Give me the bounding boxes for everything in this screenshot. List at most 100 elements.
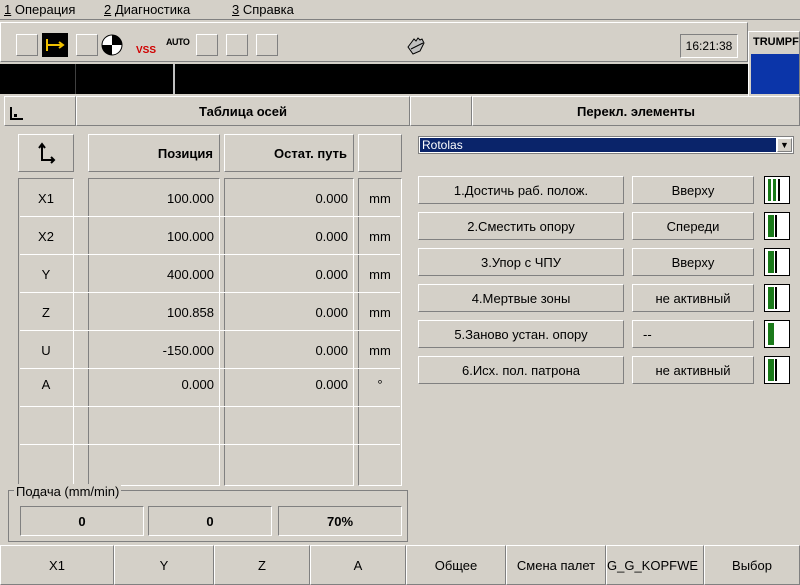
row-line — [20, 216, 400, 217]
unit-cell: mm — [369, 190, 391, 206]
switch-action-button[interactable]: 2.Сместить опору — [418, 212, 624, 240]
axis-cell: X1 — [38, 190, 54, 206]
vss-circle-icon — [101, 34, 123, 56]
switch-state: Вверху — [632, 248, 754, 276]
feed-override-value: 0 — [148, 506, 272, 536]
position-cell: 400.000 — [167, 266, 214, 282]
feed-label: Подача (mm/min) — [14, 484, 122, 499]
row-line — [20, 292, 400, 293]
hand-icon — [405, 35, 427, 57]
fkey-y[interactable]: Y — [114, 545, 214, 585]
feed-percent: 70% — [278, 506, 402, 536]
unit-cell: mm — [369, 304, 391, 320]
position-cell: 100.000 — [167, 228, 214, 244]
status-bar — [0, 64, 748, 94]
menu-diagnostics[interactable]: 2 Диагностика — [104, 2, 190, 17]
switch-action-button[interactable]: 5.Заново устан. опору — [418, 320, 624, 348]
menu-operation-label: Операция — [14, 2, 76, 17]
row-line — [20, 330, 400, 331]
auto-mode-label: AUTO — [166, 37, 190, 47]
toggle-switch-icon[interactable] — [764, 176, 790, 204]
toolbar-button-4[interactable] — [226, 34, 248, 56]
menu-help-label: Справка — [242, 2, 294, 17]
menu-help[interactable]: 3 Справка — [232, 2, 294, 17]
switch-action-button[interactable]: 3.Упор с ЧПУ — [418, 248, 624, 276]
menu-operation-key: 1 — [4, 2, 12, 17]
fkey-program[interactable]: G_G_KOPFWE — [606, 545, 704, 585]
toggle-switch-icon[interactable] — [764, 284, 790, 312]
remaining-cell: 0.000 — [315, 228, 348, 244]
unit-cell: mm — [369, 266, 391, 282]
fkey-z[interactable]: Z — [214, 545, 310, 585]
switch-state: -- — [632, 320, 754, 348]
row-line — [20, 406, 400, 407]
position-cell: 0.000 — [181, 376, 214, 392]
axis-column-header — [18, 134, 74, 172]
status-divider — [75, 64, 76, 94]
remaining-cell: 0.000 — [315, 376, 348, 392]
axis-cell: X2 — [38, 228, 54, 244]
right-panel-title: Перекл. элементы — [472, 96, 800, 126]
fkey-pallet-change[interactable]: Смена палет — [506, 545, 606, 585]
switch-state: Спереди — [632, 212, 754, 240]
row-line — [20, 254, 400, 255]
menu-diagnostics-key: 2 — [104, 2, 112, 17]
switch-action-button[interactable]: 1.Достичь раб. полож. — [418, 176, 624, 204]
remaining-cell: 0.000 — [315, 342, 348, 358]
trumpf-logo: TRUMPF — [748, 31, 800, 97]
clock: 16:21:38 — [680, 34, 738, 58]
toggle-switch-icon[interactable] — [764, 212, 790, 240]
remaining-cell: 0.000 — [315, 190, 348, 206]
switch-state: Вверху — [632, 176, 754, 204]
toggle-switch-icon[interactable] — [764, 320, 790, 348]
switch-action-button[interactable]: 4.Мертвые зоны — [418, 284, 624, 312]
toolbar-button-1[interactable] — [16, 34, 38, 56]
switch-state: не активный — [632, 356, 754, 384]
position-column-header: Позиция — [88, 134, 220, 172]
machine-select-value: Rotolas — [420, 138, 776, 152]
fkey-x1[interactable]: X1 — [0, 545, 114, 585]
fkey-a[interactable]: A — [310, 545, 406, 585]
remaining-column-header: Остат. путь — [224, 134, 354, 172]
menu-bar: 1 Операция 2 Диагностика 3 Справка — [0, 0, 800, 20]
unit-cell: mm — [369, 228, 391, 244]
position-cell: 100.858 — [167, 304, 214, 320]
toolbar-button-2[interactable] — [76, 34, 98, 56]
fkey-general[interactable]: Общее — [406, 545, 506, 585]
header-spacer — [410, 96, 472, 126]
axes-arrows-icon — [38, 142, 56, 164]
status-divider — [173, 64, 175, 94]
remaining-cell: 0.000 — [315, 304, 348, 320]
position-cell: -150.000 — [162, 342, 214, 358]
axis-mode-icon[interactable] — [42, 33, 68, 57]
corner-header — [4, 96, 76, 126]
trumpf-label: TRUMPF — [753, 36, 799, 48]
left-panel-title: Таблица осей — [76, 96, 410, 126]
toggle-switch-icon[interactable] — [764, 356, 790, 384]
axis-corner-icon — [10, 107, 23, 120]
machine-select[interactable]: Rotolas ▼ — [418, 136, 794, 154]
axis-cell: Z — [42, 304, 50, 320]
chevron-down-icon[interactable]: ▼ — [777, 138, 792, 152]
unit-cell: ° — [377, 376, 383, 392]
row-line — [20, 444, 400, 445]
toolbar-button-3[interactable] — [196, 34, 218, 56]
fkey-select[interactable]: Выбор — [704, 545, 800, 585]
remaining-cell: 0.000 — [315, 266, 348, 282]
axis-cell: Y — [41, 266, 51, 282]
position-cell: 100.000 — [167, 190, 214, 206]
menu-help-key: 3 — [232, 2, 240, 17]
switch-action-button[interactable]: 6.Исх. пол. патрона — [418, 356, 624, 384]
menu-operation[interactable]: 1 Операция — [4, 2, 75, 17]
vss-indicator: VSS — [100, 33, 156, 57]
toggle-switch-icon[interactable] — [764, 248, 790, 276]
vss-label: VSS — [136, 45, 157, 56]
axis-cell: A — [41, 376, 51, 392]
trumpf-blue-box — [751, 54, 799, 94]
switch-state: не активный — [632, 284, 754, 312]
toolbar-button-5[interactable] — [256, 34, 278, 56]
menu-diagnostics-label: Диагностика — [114, 2, 191, 17]
axis-cell: U — [41, 342, 51, 358]
feed-value: 0 — [20, 506, 144, 536]
unit-cell: mm — [369, 342, 391, 358]
